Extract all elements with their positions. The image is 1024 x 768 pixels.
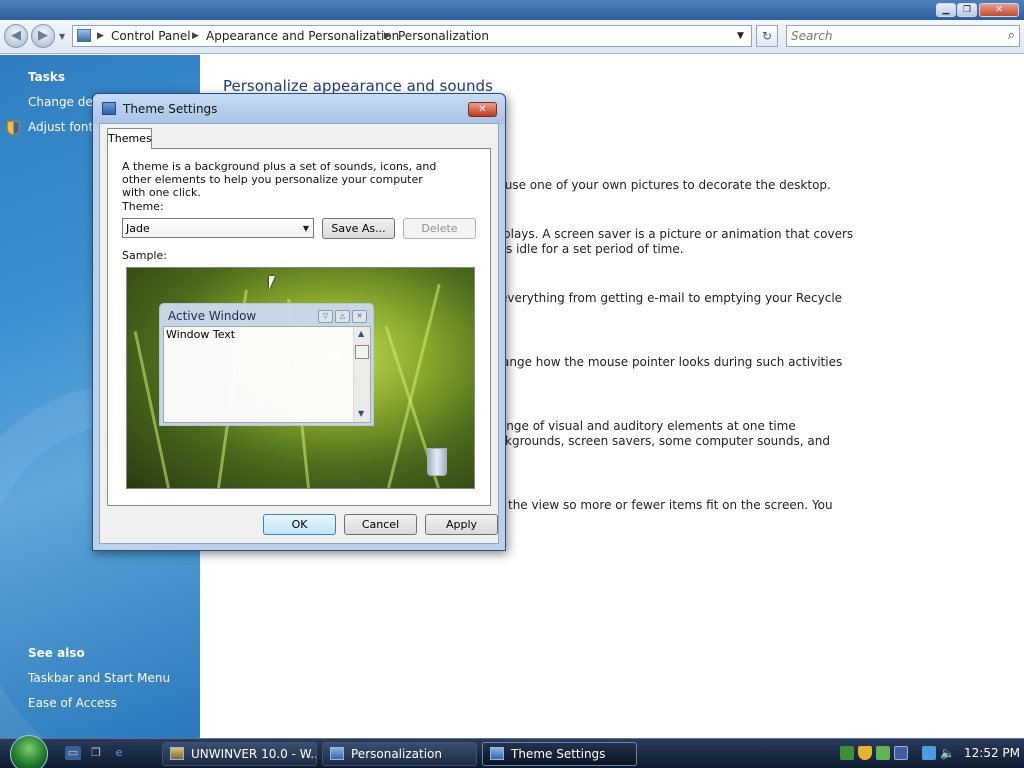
system-tray: 🔈 12:52 PM — [834, 742, 1024, 766]
save-as-button[interactable]: Save As... — [322, 218, 395, 239]
sample-active-window: Active Window ▽ △ ✕ Window Text ▲ ▼ — [159, 303, 374, 426]
breadcrumb-personalization[interactable]: Personalization — [398, 29, 489, 43]
theme-select-value: Jade — [126, 222, 150, 235]
dialog-title: Theme Settings — [123, 102, 218, 116]
scroll-down-icon: ▼ — [358, 409, 365, 418]
sample-label: Sample: — [122, 249, 167, 262]
close-button[interactable]: ✕ — [979, 3, 1019, 17]
taskbar-button-personalization[interactable]: Personalization — [322, 742, 477, 766]
theme-sample-preview: Active Window ▽ △ ✕ Window Text ▲ ▼ — [126, 267, 475, 489]
chevron-down-icon: ▼ — [302, 224, 309, 233]
taskbar-label: Personalization — [351, 747, 442, 761]
sample-scrollbar: ▲ ▼ — [353, 327, 370, 422]
scroll-up-icon: ▲ — [358, 329, 365, 338]
security-shield-icon[interactable] — [858, 746, 872, 760]
unwinver-app-icon — [170, 747, 184, 760]
theme-description: range of visual and auditory elements at… — [494, 419, 796, 433]
mouse-pointers-description: ange how the mouse pointer looks during … — [502, 355, 843, 369]
refresh-button[interactable]: ↻ — [756, 25, 778, 47]
recent-pages-chevron-icon[interactable]: ▼ — [59, 32, 65, 41]
sample-window-body: Window Text ▲ ▼ — [163, 326, 371, 423]
explorer-title-bar: ▁ ❐ ✕ — [0, 0, 1024, 20]
theme-description-text: A theme is a background plus a set of so… — [122, 160, 437, 199]
theme-description-2: kgrounds, screen savers, some computer s… — [505, 434, 830, 448]
screen-saver-description-2: s idle for a set period of time. — [506, 242, 684, 256]
apply-button[interactable]: Apply — [425, 514, 498, 535]
taskbar-button-unwinver[interactable]: UNWINVER 10.0 - W... — [162, 742, 317, 766]
breadcrumb-separator-icon: ▶ — [192, 31, 199, 41]
scroll-thumb — [355, 345, 369, 359]
theme-select[interactable]: Jade ▼ — [122, 218, 314, 238]
taskbar: ▭ ❐ e UNWINVER 10.0 - W... Personalizati… — [0, 735, 1024, 768]
internet-explorer-icon[interactable]: e — [111, 746, 127, 760]
theme-label: Theme: — [122, 200, 164, 213]
navigation-bar: ◀ ▶ ▼ ▶ Control Panel ▶ Appearance and P… — [0, 20, 1024, 54]
sample-maximize-icon: △ — [335, 310, 350, 323]
start-button[interactable] — [10, 735, 48, 768]
switch-windows-icon[interactable]: ❐ — [88, 746, 104, 760]
themes-tab-panel: A theme is a background plus a set of so… — [107, 148, 491, 506]
ok-button[interactable]: OK — [263, 514, 336, 535]
network-icon[interactable] — [840, 746, 854, 760]
show-desktop-icon[interactable]: ▭ — [65, 746, 81, 760]
taskbar-button-theme-settings[interactable]: Theme Settings — [482, 742, 637, 766]
volume-icon[interactable]: 🔈 — [940, 746, 955, 760]
address-bar[interactable]: ▶ Control Panel ▶ Appearance and Persona… — [72, 25, 752, 47]
breadcrumb-control-panel[interactable]: Control Panel — [111, 29, 191, 43]
clock[interactable]: 12:52 PM — [964, 746, 1020, 760]
taskbar-label: UNWINVER 10.0 - W... — [191, 747, 317, 761]
uac-shield-icon — [7, 121, 20, 135]
forward-button[interactable]: ▶ — [31, 24, 55, 48]
theme-settings-dialog: Theme Settings ✕ Themes A theme is a bac… — [92, 93, 506, 551]
desktop: ▁ ❐ ✕ ◀ ▶ ▼ ▶ Control Panel ▶ Appearance… — [0, 0, 1024, 768]
sample-minimize-icon: ▽ — [318, 310, 333, 323]
control-panel-icon — [77, 29, 91, 42]
display-icon — [102, 102, 116, 115]
sounds-description: everything from getting e-mail to emptyi… — [500, 291, 843, 305]
back-button[interactable]: ◀ — [4, 24, 28, 48]
address-dropdown-icon[interactable]: ▼ — [737, 31, 744, 41]
sample-close-icon: ✕ — [352, 310, 367, 323]
breadcrumb-separator-icon: ▶ — [384, 31, 391, 41]
see-also-heading: See also — [28, 646, 85, 660]
search-icon[interactable]: ⌕ — [1008, 28, 1015, 43]
screen-saver-description: plays. A screen saver is a picture or an… — [503, 227, 854, 241]
sample-window-text: Window Text — [166, 328, 236, 341]
sample-window-title: Active Window — [168, 309, 257, 323]
display-settings-description: the view so more or fewer items fit on t… — [508, 498, 833, 512]
network-connection-icon[interactable] — [922, 746, 936, 760]
personalization-app-icon — [330, 747, 344, 760]
safely-remove-icon[interactable] — [876, 746, 890, 760]
search-placeholder: Search — [791, 29, 833, 43]
theme-settings-app-icon — [490, 747, 504, 760]
search-input[interactable]: Search ⌕ — [786, 25, 1020, 47]
tab-themes[interactable]: Themes — [107, 128, 152, 149]
recycle-bin-icon — [427, 448, 447, 476]
mouse-cursor-icon — [269, 276, 275, 290]
display-tray-icon[interactable] — [894, 746, 908, 760]
restore-button[interactable]: ❐ — [957, 3, 977, 17]
minimize-button[interactable]: ▁ — [936, 3, 956, 17]
tasks-heading: Tasks — [28, 70, 66, 84]
cancel-button[interactable]: Cancel — [344, 514, 417, 535]
breadcrumb-separator-icon: ▶ — [97, 31, 104, 41]
desktop-background-description: r use one of your own pictures to decora… — [496, 178, 831, 192]
dialog-body: Themes A theme is a background plus a se… — [99, 123, 499, 544]
taskbar-label: Theme Settings — [511, 747, 606, 761]
delete-button[interactable]: Delete — [403, 218, 476, 239]
breadcrumb-appearance[interactable]: Appearance and Personalization — [206, 29, 399, 43]
link-taskbar-start-menu[interactable]: Taskbar and Start Menu — [28, 671, 170, 685]
link-ease-of-access[interactable]: Ease of Access — [28, 696, 117, 710]
dialog-title-bar[interactable]: Theme Settings ✕ — [93, 94, 505, 124]
dialog-close-button[interactable]: ✕ — [468, 102, 497, 117]
